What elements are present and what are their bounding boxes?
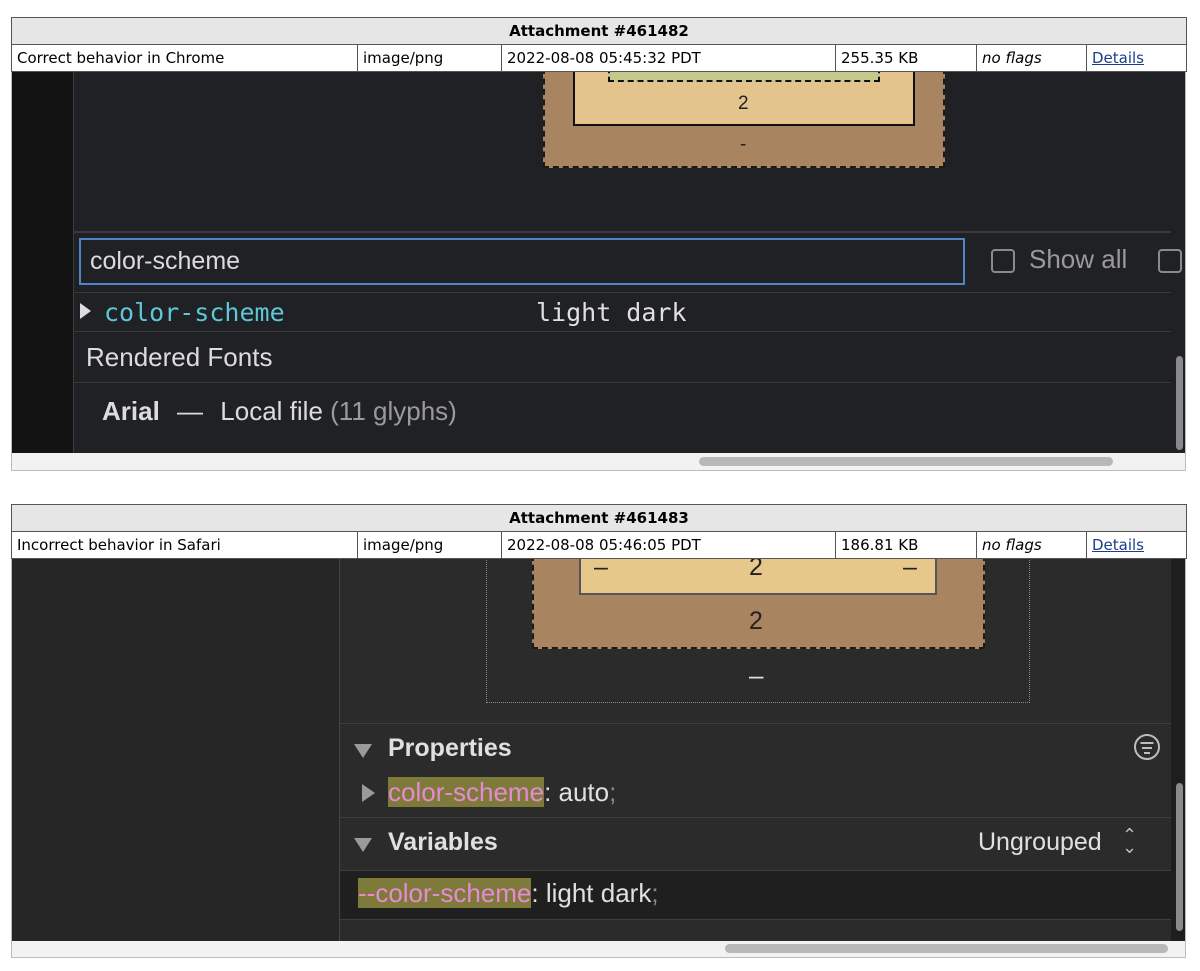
box-model-top-value: 2 bbox=[749, 559, 763, 581]
show-all-label: Show all bbox=[1029, 244, 1128, 274]
divider bbox=[74, 231, 1171, 233]
up-down-chevron-icon[interactable]: ⌃ ⌄ bbox=[1122, 826, 1137, 856]
safari-web-inspector-screenshot: – 2 – 2 – Properties color-scheme: auto;… bbox=[11, 559, 1186, 958]
computed-property-name: color-scheme bbox=[104, 298, 285, 327]
inspector-left-sidebar bbox=[12, 559, 340, 941]
rendered-font-entry: Arial — Local file (11 glyphs) bbox=[102, 396, 457, 427]
box-model-side-right: – bbox=[903, 559, 917, 581]
attachment-size: 255.35 KB bbox=[835, 44, 977, 72]
show-all-checkbox[interactable] bbox=[991, 249, 1015, 273]
horizontal-scroll-thumb[interactable] bbox=[725, 944, 1168, 953]
attachment-header: Attachment #461482 bbox=[10, 17, 1188, 45]
box-model-padding bbox=[608, 72, 880, 82]
variable-row[interactable]: --color-scheme: light dark; bbox=[340, 870, 1171, 920]
attachment-461483: Attachment #461483 Incorrect behavior in… bbox=[10, 504, 1188, 958]
group-checkbox[interactable] bbox=[1158, 249, 1182, 273]
attachment-flags: no flags bbox=[976, 44, 1087, 72]
attachment-details-cell: Details bbox=[1085, 531, 1188, 559]
box-model-border-value: 2 bbox=[738, 93, 749, 114]
divider bbox=[74, 331, 1171, 332]
computed-pane: – 2 – 2 – Properties color-scheme: auto;… bbox=[340, 559, 1171, 941]
attachment-date: 2022-08-08 05:45:32 PDT bbox=[501, 44, 836, 72]
divider bbox=[74, 382, 1171, 383]
variables-section-title[interactable]: Variables bbox=[388, 828, 498, 857]
attachment-description: Correct behavior in Chrome bbox=[11, 44, 358, 72]
box-model-margin-value: - bbox=[740, 134, 747, 155]
box-model-outer-value: – bbox=[749, 660, 764, 690]
vertical-scrollbar[interactable] bbox=[1176, 783, 1183, 931]
disclosure-triangle-icon[interactable] bbox=[362, 784, 375, 802]
font-source: Local file bbox=[220, 396, 323, 426]
details-link[interactable]: Details bbox=[1092, 49, 1144, 67]
variable-semicolon: ; bbox=[651, 878, 659, 908]
property-value: auto bbox=[558, 777, 610, 807]
attachment-meta-table: Attachment #461482 Correct behavior in C… bbox=[10, 17, 1188, 72]
disclosure-triangle-icon[interactable] bbox=[80, 303, 91, 319]
rendered-fonts-title: Rendered Fonts bbox=[86, 342, 273, 372]
attachment-flags: no flags bbox=[976, 531, 1087, 559]
attachment-description: Incorrect behavior in Safari bbox=[11, 531, 358, 559]
variable-name: --color-scheme bbox=[358, 878, 532, 908]
attachment-date: 2022-08-08 05:46:05 PDT bbox=[501, 531, 836, 559]
attachment-type: image/png bbox=[357, 44, 502, 72]
horizontal-scrollbar[interactable] bbox=[12, 941, 1185, 957]
attachment-header: Attachment #461483 bbox=[10, 504, 1188, 532]
attachment-size: 186.81 KB bbox=[835, 531, 977, 559]
computed-filter-input[interactable]: color-scheme bbox=[79, 238, 965, 285]
grouping-select[interactable]: Ungrouped bbox=[978, 828, 1102, 857]
variable-value: light dark bbox=[545, 878, 652, 908]
property-semicolon: ; bbox=[609, 777, 617, 807]
computed-pane: 2 - color-scheme Show all color-scheme l… bbox=[74, 72, 1182, 453]
filter-lines-icon[interactable] bbox=[1134, 734, 1160, 760]
details-link[interactable]: Details bbox=[1092, 536, 1144, 554]
variable-declaration[interactable]: --color-scheme: light dark; bbox=[358, 878, 659, 909]
attachment-meta-table: Attachment #461483 Incorrect behavior in… bbox=[10, 504, 1188, 559]
horizontal-scrollbar[interactable] bbox=[12, 453, 1185, 470]
disclosure-triangle-icon[interactable] bbox=[354, 744, 372, 758]
font-dash: — bbox=[177, 396, 204, 426]
attachment-details-cell: Details bbox=[1085, 44, 1188, 72]
font-name: Arial bbox=[102, 396, 160, 426]
attachment-type: image/png bbox=[357, 531, 502, 559]
font-glyph-count: (11 glyphs) bbox=[330, 396, 457, 426]
computed-property-row[interactable]: color-scheme light dark bbox=[74, 293, 1171, 331]
chrome-devtools-screenshot: 2 - color-scheme Show all color-scheme l… bbox=[11, 72, 1186, 471]
box-model-side-left: – bbox=[594, 559, 608, 581]
property-name: color-scheme bbox=[388, 777, 545, 807]
box-model-border-value: 2 bbox=[749, 607, 763, 635]
horizontal-scroll-thumb[interactable] bbox=[699, 457, 1113, 466]
devtools-left-sidebar bbox=[12, 72, 74, 453]
disclosure-triangle-icon[interactable] bbox=[354, 838, 372, 852]
attachment-461482: Attachment #461482 Correct behavior in C… bbox=[10, 17, 1188, 471]
divider bbox=[340, 817, 1171, 818]
vertical-scrollbar[interactable] bbox=[1176, 356, 1183, 450]
property-declaration[interactable]: color-scheme: auto; bbox=[388, 777, 616, 808]
properties-section-title[interactable]: Properties bbox=[388, 734, 512, 763]
computed-property-value: light dark bbox=[536, 298, 687, 327]
divider bbox=[340, 723, 1171, 724]
